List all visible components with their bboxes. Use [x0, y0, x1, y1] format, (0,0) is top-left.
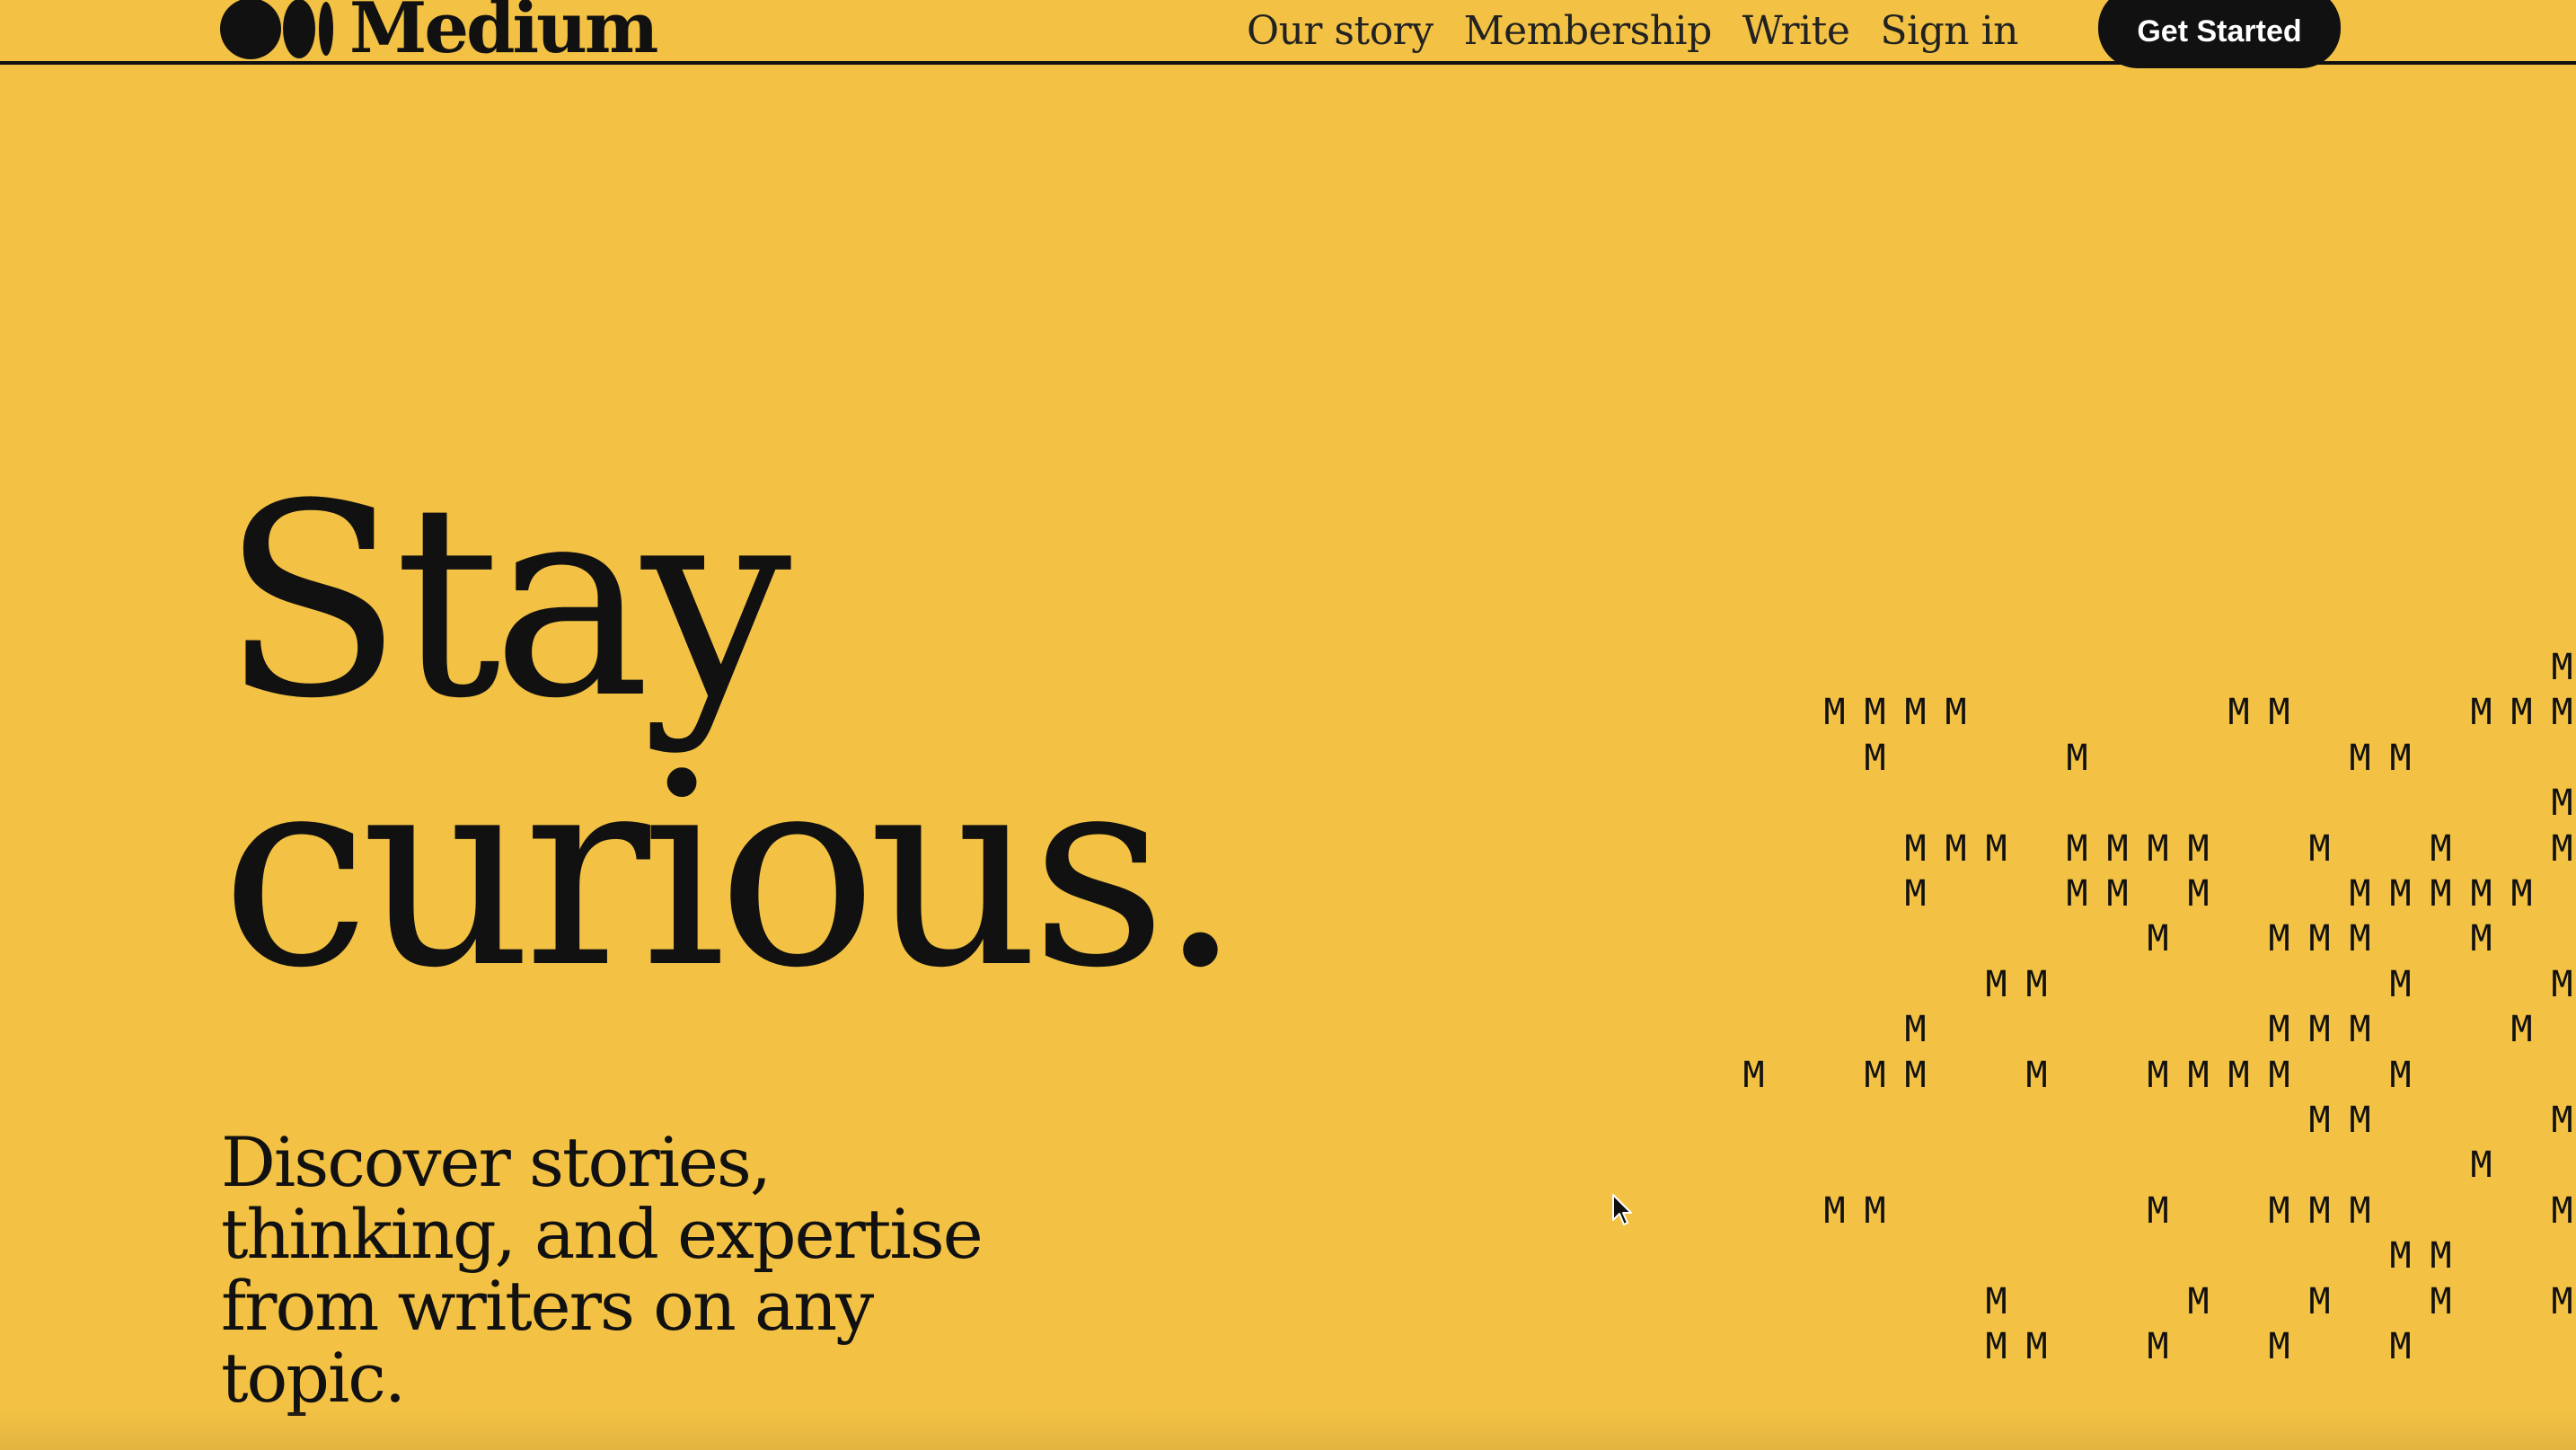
- pattern-m-glyph: M: [2389, 873, 2412, 915]
- pattern-m-glyph: M: [2470, 1145, 2492, 1187]
- pattern-m-glyph: M: [2349, 918, 2371, 960]
- pattern-m-glyph: M: [2147, 918, 2169, 960]
- pattern-m-glyph: M: [2308, 1009, 2331, 1051]
- pattern-m-glyph: M: [1864, 1189, 1886, 1232]
- pattern-m-glyph: M: [2349, 873, 2371, 915]
- pattern-m-glyph: M: [2308, 827, 2331, 870]
- pattern-m-glyph: M: [2147, 1054, 2169, 1096]
- get-started-button[interactable]: Get Started: [2098, 0, 2341, 68]
- pattern-m-glyph: M: [2106, 827, 2129, 870]
- pattern-m-glyph: M: [2066, 873, 2088, 915]
- nav-link-membership[interactable]: Membership: [1464, 8, 1713, 54]
- pattern-m-glyph: M: [1945, 692, 1967, 734]
- pattern-m-glyph: M: [2430, 1280, 2452, 1322]
- pattern-m-glyph: M: [1904, 873, 1927, 915]
- pattern-m-glyph: M: [2308, 1189, 2331, 1232]
- pattern-m-glyph: M: [2228, 1054, 2250, 1096]
- pattern-m-glyph: M: [1904, 1009, 1927, 1051]
- pattern-m-glyph: M: [2430, 827, 2452, 870]
- pattern-m-glyph: M: [2349, 1189, 2371, 1232]
- pattern-m-glyph: M: [1985, 1326, 2007, 1367]
- pattern-m-glyph: M: [2551, 963, 2573, 1005]
- top-navigation-bar: Medium Our story Membership Write Sign i…: [0, 0, 2576, 69]
- pattern-m-glyph: M: [1945, 827, 1967, 870]
- pattern-m-glyph: M: [2268, 692, 2290, 734]
- medium-logo[interactable]: Medium: [220, 0, 658, 69]
- pattern-m-glyph: M: [2025, 1326, 2048, 1367]
- pattern-m-glyph: M: [2430, 873, 2452, 915]
- nav-link-our-story[interactable]: Our story: [1247, 8, 1434, 54]
- pattern-m-glyph: M: [2147, 1326, 2169, 1367]
- pattern-m-glyph: M: [2147, 827, 2169, 870]
- pattern-m-glyph: M: [2228, 692, 2250, 734]
- pattern-m-glyph: M: [1864, 1054, 1886, 1096]
- pattern-m-glyph: M: [2510, 1009, 2533, 1051]
- pattern-m-glyph: M: [2430, 1235, 2452, 1278]
- pattern-m-glyph: M: [2268, 1326, 2290, 1367]
- mouse-pointer-icon: [1612, 1194, 1632, 1225]
- hero-headline-line-1: Stay: [221, 446, 791, 756]
- pattern-m-glyph: M: [1742, 1054, 1765, 1096]
- pattern-m-glyph: M: [1904, 692, 1927, 734]
- pattern-m-glyph: M: [2389, 1054, 2412, 1096]
- pattern-m-glyph: M: [2187, 1280, 2210, 1322]
- main-nav: Our story Membership Write Sign in: [1247, 0, 2018, 61]
- pattern-m-glyph: M: [1904, 827, 1927, 870]
- pattern-m-glyph: M: [2389, 963, 2412, 1005]
- pattern-m-glyph: M: [2389, 737, 2412, 779]
- pattern-m-glyph: M: [2551, 1280, 2573, 1322]
- pattern-m-glyph: M: [2551, 1189, 2573, 1232]
- pattern-m-glyph: M: [2308, 918, 2331, 960]
- bottom-edge-shadow: [0, 1407, 2576, 1450]
- pattern-m-glyph: M: [1864, 737, 1886, 779]
- pattern-m-glyph: M: [2551, 647, 2573, 688]
- nav-link-sign-in[interactable]: Sign in: [1880, 8, 2018, 54]
- pattern-m-glyph: M: [2025, 963, 2048, 1005]
- pattern-m-glyph: M: [2470, 692, 2492, 734]
- hero-headline: Stay curious.: [221, 446, 1242, 1026]
- pattern-m-glyph: M: [2389, 1326, 2412, 1367]
- hero-subheading: Discover stories, thinking, and expertis…: [221, 1122, 984, 1418]
- pattern-m-glyph: M: [2066, 737, 2088, 779]
- pattern-m-glyph: M: [1985, 963, 2007, 1005]
- pattern-m-glyph: M: [2025, 1054, 2048, 1096]
- pattern-m-glyph: M: [2066, 827, 2088, 870]
- medium-logo-icon: [220, 0, 333, 59]
- pattern-m-glyph: M: [2268, 1054, 2290, 1096]
- pattern-m-glyph: M: [1985, 1280, 2007, 1322]
- pattern-m-glyph: M: [2510, 873, 2533, 915]
- pattern-m-glyph: M: [2389, 1235, 2412, 1278]
- pattern-m-glyph: M: [2349, 1009, 2371, 1051]
- pattern-m-glyph: M: [2551, 827, 2573, 870]
- hero-headline-line-2: curious.: [221, 716, 1242, 1026]
- pattern-m-glyph: M: [2187, 827, 2210, 870]
- pattern-m-glyph: M: [2187, 1054, 2210, 1096]
- pattern-m-glyph: M: [2268, 1189, 2290, 1232]
- pattern-m-glyph: M: [2147, 1189, 2169, 1232]
- medium-wordmark: Medium: [349, 0, 658, 69]
- pattern-m-glyph: M: [2470, 918, 2492, 960]
- pattern-m-glyph: M: [2551, 782, 2573, 825]
- nav-link-write[interactable]: Write: [1742, 8, 1850, 54]
- animated-m-pattern: MMMMMMMMMMMMMMMMMMMMMMMMMMMMMMMMMMMMMMMM…: [1734, 645, 2576, 1382]
- pattern-m-glyph: M: [2308, 1280, 2331, 1322]
- pattern-m-glyph: M: [1904, 1054, 1927, 1096]
- pattern-m-glyph: M: [2551, 1100, 2573, 1141]
- pattern-m-glyph: M: [2551, 692, 2573, 734]
- pattern-m-glyph: M: [2268, 918, 2290, 960]
- pattern-m-glyph: M: [2268, 1009, 2290, 1051]
- pattern-m-glyph: M: [1823, 692, 1846, 734]
- pattern-m-glyph: M: [2308, 1100, 2331, 1141]
- pattern-m-glyph: M: [1985, 827, 2007, 870]
- pattern-m-glyph: M: [2470, 873, 2492, 915]
- pattern-m-glyph: M: [2187, 873, 2210, 915]
- pattern-m-glyph: M: [2510, 692, 2533, 734]
- pattern-m-glyph: M: [1864, 692, 1886, 734]
- pattern-m-glyph: M: [2349, 1100, 2371, 1141]
- pattern-m-glyph: M: [2349, 737, 2371, 779]
- pattern-m-glyph: M: [2106, 873, 2129, 915]
- pattern-m-glyph: M: [1823, 1189, 1846, 1232]
